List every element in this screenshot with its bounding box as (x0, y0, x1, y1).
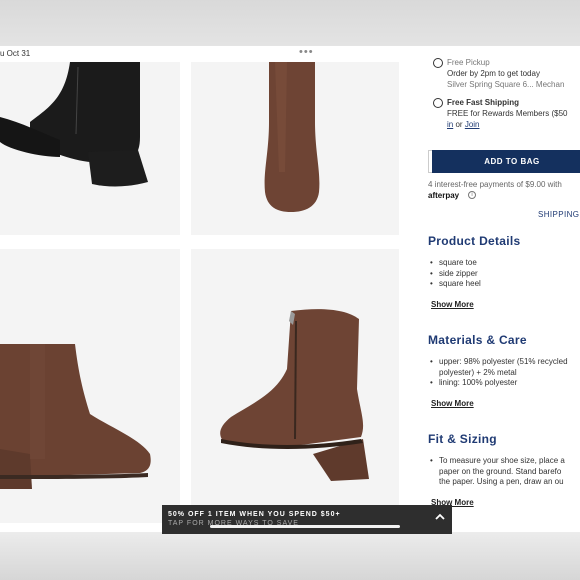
materials-show-more[interactable]: Show More (431, 399, 474, 408)
shipping-title: Free Fast Shipping (447, 98, 520, 107)
shipping-radio[interactable] (433, 98, 443, 108)
product-image-4[interactable] (191, 249, 399, 523)
fit-sizing-list: To measure your shoe size, place a paper… (430, 456, 565, 488)
home-indicator (210, 525, 400, 528)
product-image-1[interactable] (0, 62, 180, 235)
list-item: upper: 98% polyester (51% recycled (430, 357, 568, 368)
product-details-list: square toe side zipper square heel (430, 258, 481, 290)
list-item: To measure your shoe size, place a (430, 456, 565, 467)
chevron-up-icon[interactable] (434, 511, 446, 523)
sign-in-link[interactable]: in (447, 120, 453, 129)
afterpay-logo[interactable]: afterpay (428, 191, 459, 200)
shipping-link[interactable]: SHIPPING (538, 210, 579, 219)
product-page: u Oct 31 ••• Free Pickup Order by 2pm to… (0, 46, 580, 533)
bottom-blur (0, 532, 580, 580)
product-details-show-more[interactable]: Show More (431, 300, 474, 309)
pickup-cutoff: Order by 2pm to get today (447, 69, 540, 78)
list-item: polyester) + 2% metal (439, 367, 517, 377)
pickup-store[interactable]: Silver Spring Square 6... Mechan (447, 80, 564, 89)
product-image-3[interactable] (0, 249, 180, 523)
top-blur (0, 0, 580, 48)
list-item: paper on the ground. Stand barefo (439, 466, 562, 476)
delivery-date: u Oct 31 (0, 49, 31, 58)
materials-title: Materials & Care (428, 333, 527, 347)
list-item: square toe (430, 258, 481, 269)
shipping-rewards: FREE for Rewards Members ($50 (447, 109, 568, 118)
afterpay-text: 4 interest-free payments of $9.00 with (428, 180, 562, 189)
info-icon[interactable]: i (468, 191, 476, 199)
fit-sizing-title: Fit & Sizing (428, 432, 497, 446)
promo-headline: 50% OFF 1 ITEM WHEN YOU SPEND $50+ (168, 511, 341, 518)
product-details-title: Product Details (428, 234, 521, 248)
product-image-2[interactable] (191, 62, 399, 235)
promo-banner[interactable]: 50% OFF 1 ITEM WHEN YOU SPEND $50+ TAP F… (162, 505, 452, 534)
join-link[interactable]: Join (465, 120, 480, 129)
ellipsis-icon[interactable]: ••• (299, 46, 314, 58)
shipping-links: in or Join (447, 120, 480, 129)
list-item: side zipper (430, 269, 481, 280)
pickup-radio[interactable] (433, 58, 443, 68)
list-item: square heel (430, 279, 481, 290)
or-text: or (455, 120, 463, 129)
materials-list: upper: 98% polyester (51% recycled polye… (430, 357, 568, 389)
pickup-title: Free Pickup (447, 58, 490, 67)
add-to-bag-button[interactable]: ADD TO BAG (432, 150, 580, 173)
list-item: the paper. Using a pen, draw an ou (439, 477, 564, 486)
list-item: lining: 100% polyester (430, 378, 568, 389)
